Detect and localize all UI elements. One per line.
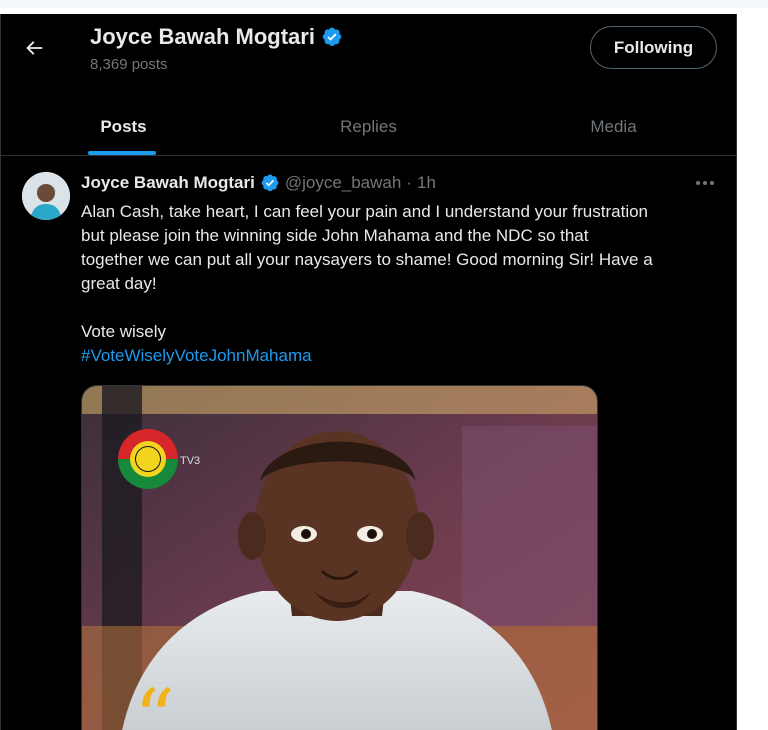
tab-replies[interactable]: Replies (246, 98, 491, 155)
profile-name: Joyce Bawah Mogtari (90, 24, 315, 49)
tab-posts[interactable]: Posts (1, 98, 246, 155)
tab-media[interactable]: Media (491, 98, 736, 155)
tv3-logo (118, 429, 178, 489)
media-logo-text: TV3 (180, 455, 200, 467)
post-handle[interactable]: @joyce_bawah (285, 173, 402, 193)
post-text-line: great day! (81, 274, 157, 293)
post-text-line: Alan Cash, take heart, I can feel your p… (81, 202, 649, 221)
post-header: Joyce Bawah Mogtari @joyce_bawah · 1h (81, 173, 436, 193)
browser-strip (0, 0, 768, 8)
more-options-button[interactable] (692, 172, 718, 194)
avatar-photo (22, 172, 70, 220)
column-divider (736, 14, 737, 730)
post-text-line: Vote wisely (81, 322, 167, 341)
posts-count: 8,369 posts (90, 56, 168, 73)
back-arrow-icon (26, 41, 43, 55)
following-button[interactable]: Following (590, 26, 717, 69)
media-photo: TV3 “ (82, 386, 597, 730)
post-time[interactable]: 1h (417, 173, 436, 193)
back-button[interactable] (14, 28, 54, 68)
profile-tabs: Posts Replies Media (1, 98, 736, 156)
verified-badge-icon (322, 27, 342, 46)
verified-badge-icon (261, 174, 279, 192)
post-media-image[interactable]: TV3 “ (81, 385, 598, 730)
post-separator: · (406, 173, 412, 192)
post-body: Alan Cash, take heart, I can feel your p… (81, 200, 721, 368)
hashtag-link[interactable]: #VoteWiselyVoteJohnMahama (81, 344, 721, 368)
post-text-line: but please join the winning side John Ma… (81, 226, 589, 245)
right-rail (737, 14, 768, 730)
post-text-line: together we can put all your naysayers t… (81, 250, 653, 269)
post-author[interactable]: Joyce Bawah Mogtari (81, 173, 255, 193)
quote-mark-icon: “ (134, 672, 175, 730)
active-tab-indicator (88, 151, 156, 155)
more-options-icon (696, 181, 714, 185)
profile-header-name: Joyce Bawah Mogtari (90, 24, 343, 50)
avatar[interactable] (22, 172, 70, 220)
